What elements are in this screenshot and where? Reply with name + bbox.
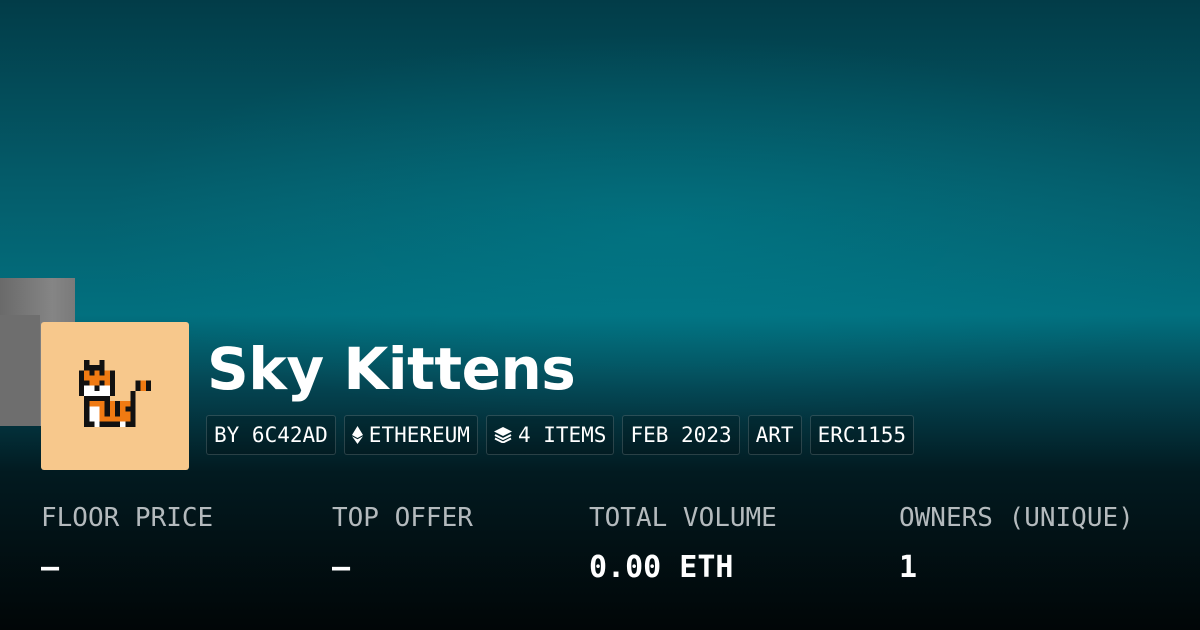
token-standard-tag: ERC1155 (809, 415, 915, 455)
date-tag-label: FEB 2023 (630, 423, 732, 447)
top-offer-value: — (332, 550, 351, 585)
items-tag: 4 ITEMS (485, 415, 615, 455)
total-volume-value: 0.00 ETH (589, 550, 734, 585)
items-tag-label: 4 ITEMS (517, 423, 607, 447)
owners-label: OWNERS (UNIQUE) (899, 503, 1134, 533)
top-offer-label: TOP OFFER (332, 503, 473, 533)
floor-price-value: — (41, 550, 60, 585)
category-tag-label: ART (755, 423, 794, 447)
creator-tag[interactable]: BY 6C42AD (206, 415, 336, 455)
collection-tags: BY 6C42AD ETHEREUM 4 ITEMS FEB 2023 ART … (206, 415, 915, 455)
floor-price-stat: FLOOR PRICE — (41, 505, 213, 583)
total-volume-stat: TOTAL VOLUME 0.00 ETH (589, 505, 777, 583)
chain-tag-label: ETHEREUM (368, 423, 470, 447)
chain-tag: ETHEREUM (343, 415, 478, 455)
creator-tag-label: BY 6C42AD (214, 423, 328, 447)
category-tag[interactable]: ART (747, 415, 802, 455)
collection-avatar[interactable] (41, 322, 189, 470)
floor-price-label: FLOOR PRICE (41, 503, 214, 533)
pixel-tiger-icon (79, 360, 151, 427)
total-volume-label: TOTAL VOLUME (589, 503, 777, 533)
date-tag: FEB 2023 (622, 415, 740, 455)
top-offer-stat: TOP OFFER — (332, 505, 473, 583)
owners-value: 1 (899, 550, 918, 585)
token-standard-tag-label: ERC1155 (817, 423, 907, 447)
collection-title: Sky Kittens (207, 335, 576, 403)
owners-stat: OWNERS (UNIQUE) 1 (899, 505, 1134, 583)
ethereum-icon (351, 426, 363, 444)
layers-icon (493, 427, 512, 443)
